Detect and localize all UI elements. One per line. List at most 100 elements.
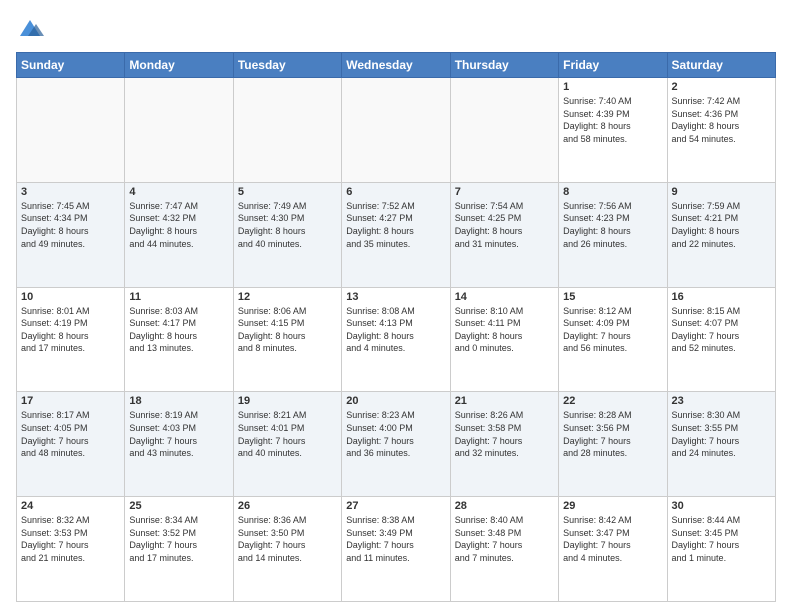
day-number: 21 [455, 395, 554, 407]
calendar-cell: 16 Sunrise: 8:15 AM Sunset: 4:07 PM Dayli… [667, 287, 775, 392]
day-number: 25 [129, 500, 228, 512]
calendar-cell: 29 Sunrise: 8:42 AM Sunset: 3:47 PM Dayli… [559, 497, 667, 602]
calendar-cell: 4Sunrise: 7:47 AM Sunset: 4:32 PM Daylig… [125, 182, 233, 287]
day-info: Sunrise: 7:59 AM Sunset: 4:21 PM Dayligh… [672, 200, 771, 250]
calendar-cell: 28Sunrise: 8:40 AM Sunset: 3:48 PM Dayli… [450, 497, 558, 602]
day-number: 24 [21, 500, 120, 512]
day-info: Sunrise: 8:23 AM Sunset: 4:00 PM Dayligh… [346, 409, 445, 459]
day-info: Sunrise: 7:56 AM Sunset: 4:23 PM Dayligh… [563, 200, 662, 250]
calendar-day-header: Sunday [17, 53, 125, 78]
calendar-cell: 24 Sunrise: 8:32 AM Sunset: 3:53 PM Dayli… [17, 497, 125, 602]
calendar-cell: 15 Sunrise: 8:12 AM Sunset: 4:09 PM Dayli… [559, 287, 667, 392]
calendar-cell: 25 Sunrise: 8:34 AM Sunset: 3:52 PM Dayli… [125, 497, 233, 602]
day-info: Sunrise: 8:21 AM Sunset: 4:01 PM Dayligh… [238, 409, 337, 459]
calendar-cell [233, 78, 341, 183]
logo [16, 16, 48, 44]
day-number: 14 [455, 291, 554, 303]
day-info: Sunrise: 8:32 AM Sunset: 3:53 PM Dayligh… [21, 514, 120, 564]
calendar-day-header: Monday [125, 53, 233, 78]
calendar-cell: 19 Sunrise: 8:21 AM Sunset: 4:01 PM Dayli… [233, 392, 341, 497]
day-number: 4 [129, 186, 228, 198]
day-info: Sunrise: 7:42 AM Sunset: 4:36 PM Dayligh… [672, 95, 771, 145]
day-info: Sunrise: 7:40 AM Sunset: 4:39 PM Dayligh… [563, 95, 662, 145]
day-info: Sunrise: 8:17 AM Sunset: 4:05 PM Dayligh… [21, 409, 120, 459]
calendar-cell: 17Sunrise: 8:17 AM Sunset: 4:05 PM Dayli… [17, 392, 125, 497]
calendar-cell [450, 78, 558, 183]
day-info: Sunrise: 8:36 AM Sunset: 3:50 PM Dayligh… [238, 514, 337, 564]
calendar-cell: 8 Sunrise: 7:56 AM Sunset: 4:23 PM Daylig… [559, 182, 667, 287]
calendar-cell: 22 Sunrise: 8:28 AM Sunset: 3:56 PM Dayli… [559, 392, 667, 497]
day-number: 9 [672, 186, 771, 198]
calendar-cell: 9 Sunrise: 7:59 AM Sunset: 4:21 PM Daylig… [667, 182, 775, 287]
day-number: 1 [563, 81, 662, 93]
day-number: 12 [238, 291, 337, 303]
day-info: Sunrise: 7:52 AM Sunset: 4:27 PM Dayligh… [346, 200, 445, 250]
day-info: Sunrise: 8:26 AM Sunset: 3:58 PM Dayligh… [455, 409, 554, 459]
calendar-cell: 20 Sunrise: 8:23 AM Sunset: 4:00 PM Dayli… [342, 392, 450, 497]
day-number: 13 [346, 291, 445, 303]
day-info: Sunrise: 8:38 AM Sunset: 3:49 PM Dayligh… [346, 514, 445, 564]
day-number: 30 [672, 500, 771, 512]
calendar-cell: 2 Sunrise: 7:42 AM Sunset: 4:36 PM Daylig… [667, 78, 775, 183]
calendar-cell: 26 Sunrise: 8:36 AM Sunset: 3:50 PM Dayli… [233, 497, 341, 602]
calendar-cell [125, 78, 233, 183]
calendar-cell: 30 Sunrise: 8:44 AM Sunset: 3:45 PM Dayli… [667, 497, 775, 602]
calendar-cell [17, 78, 125, 183]
day-number: 19 [238, 395, 337, 407]
day-number: 20 [346, 395, 445, 407]
calendar-cell: 14 Sunrise: 8:10 AM Sunset: 4:11 PM Dayli… [450, 287, 558, 392]
header [16, 16, 776, 44]
day-info: Sunrise: 8:30 AM Sunset: 3:55 PM Dayligh… [672, 409, 771, 459]
day-info: Sunrise: 8:28 AM Sunset: 3:56 PM Dayligh… [563, 409, 662, 459]
calendar-cell: 11 Sunrise: 8:03 AM Sunset: 4:17 PM Dayli… [125, 287, 233, 392]
calendar-cell: 6 Sunrise: 7:52 AM Sunset: 4:27 PM Daylig… [342, 182, 450, 287]
calendar-cell: 27Sunrise: 8:38 AM Sunset: 3:49 PM Dayli… [342, 497, 450, 602]
calendar-cell: 5Sunrise: 7:49 AM Sunset: 4:30 PM Daylig… [233, 182, 341, 287]
day-number: 11 [129, 291, 228, 303]
calendar-cell: 12 Sunrise: 8:06 AM Sunset: 4:15 PM Dayli… [233, 287, 341, 392]
day-info: Sunrise: 8:12 AM Sunset: 4:09 PM Dayligh… [563, 305, 662, 355]
day-info: Sunrise: 8:08 AM Sunset: 4:13 PM Dayligh… [346, 305, 445, 355]
calendar-cell: 10Sunrise: 8:01 AM Sunset: 4:19 PM Dayli… [17, 287, 125, 392]
day-number: 3 [21, 186, 120, 198]
logo-icon [16, 16, 44, 44]
calendar-day-header: Saturday [667, 53, 775, 78]
calendar-cell: 21 Sunrise: 8:26 AM Sunset: 3:58 PM Dayli… [450, 392, 558, 497]
day-info: Sunrise: 8:44 AM Sunset: 3:45 PM Dayligh… [672, 514, 771, 564]
day-number: 22 [563, 395, 662, 407]
day-info: Sunrise: 8:10 AM Sunset: 4:11 PM Dayligh… [455, 305, 554, 355]
day-number: 2 [672, 81, 771, 93]
day-info: Sunrise: 7:45 AM Sunset: 4:34 PM Dayligh… [21, 200, 120, 250]
day-info: Sunrise: 8:34 AM Sunset: 3:52 PM Dayligh… [129, 514, 228, 564]
calendar-day-header: Friday [559, 53, 667, 78]
calendar-week-row: 3 Sunrise: 7:45 AM Sunset: 4:34 PM Daylig… [17, 182, 776, 287]
day-number: 5 [238, 186, 337, 198]
calendar-cell: 1 Sunrise: 7:40 AM Sunset: 4:39 PM Daylig… [559, 78, 667, 183]
calendar-cell: 18 Sunrise: 8:19 AM Sunset: 4:03 PM Dayli… [125, 392, 233, 497]
calendar-cell: 13 Sunrise: 8:08 AM Sunset: 4:13 PM Dayli… [342, 287, 450, 392]
day-info: Sunrise: 8:06 AM Sunset: 4:15 PM Dayligh… [238, 305, 337, 355]
calendar-week-row: 17Sunrise: 8:17 AM Sunset: 4:05 PM Dayli… [17, 392, 776, 497]
day-info: Sunrise: 8:42 AM Sunset: 3:47 PM Dayligh… [563, 514, 662, 564]
calendar-week-row: 24 Sunrise: 8:32 AM Sunset: 3:53 PM Dayli… [17, 497, 776, 602]
calendar-cell: 23Sunrise: 8:30 AM Sunset: 3:55 PM Dayli… [667, 392, 775, 497]
calendar-week-row: 1 Sunrise: 7:40 AM Sunset: 4:39 PM Daylig… [17, 78, 776, 183]
day-number: 7 [455, 186, 554, 198]
day-number: 16 [672, 291, 771, 303]
day-number: 28 [455, 500, 554, 512]
day-info: Sunrise: 8:03 AM Sunset: 4:17 PM Dayligh… [129, 305, 228, 355]
day-number: 6 [346, 186, 445, 198]
day-number: 10 [21, 291, 120, 303]
day-number: 8 [563, 186, 662, 198]
calendar-day-header: Thursday [450, 53, 558, 78]
calendar-day-header: Wednesday [342, 53, 450, 78]
day-info: Sunrise: 8:15 AM Sunset: 4:07 PM Dayligh… [672, 305, 771, 355]
day-info: Sunrise: 8:19 AM Sunset: 4:03 PM Dayligh… [129, 409, 228, 459]
calendar-header-row: SundayMondayTuesdayWednesdayThursdayFrid… [17, 53, 776, 78]
day-number: 26 [238, 500, 337, 512]
day-number: 18 [129, 395, 228, 407]
day-number: 29 [563, 500, 662, 512]
calendar-cell [342, 78, 450, 183]
day-number: 15 [563, 291, 662, 303]
calendar-table: SundayMondayTuesdayWednesdayThursdayFrid… [16, 52, 776, 602]
